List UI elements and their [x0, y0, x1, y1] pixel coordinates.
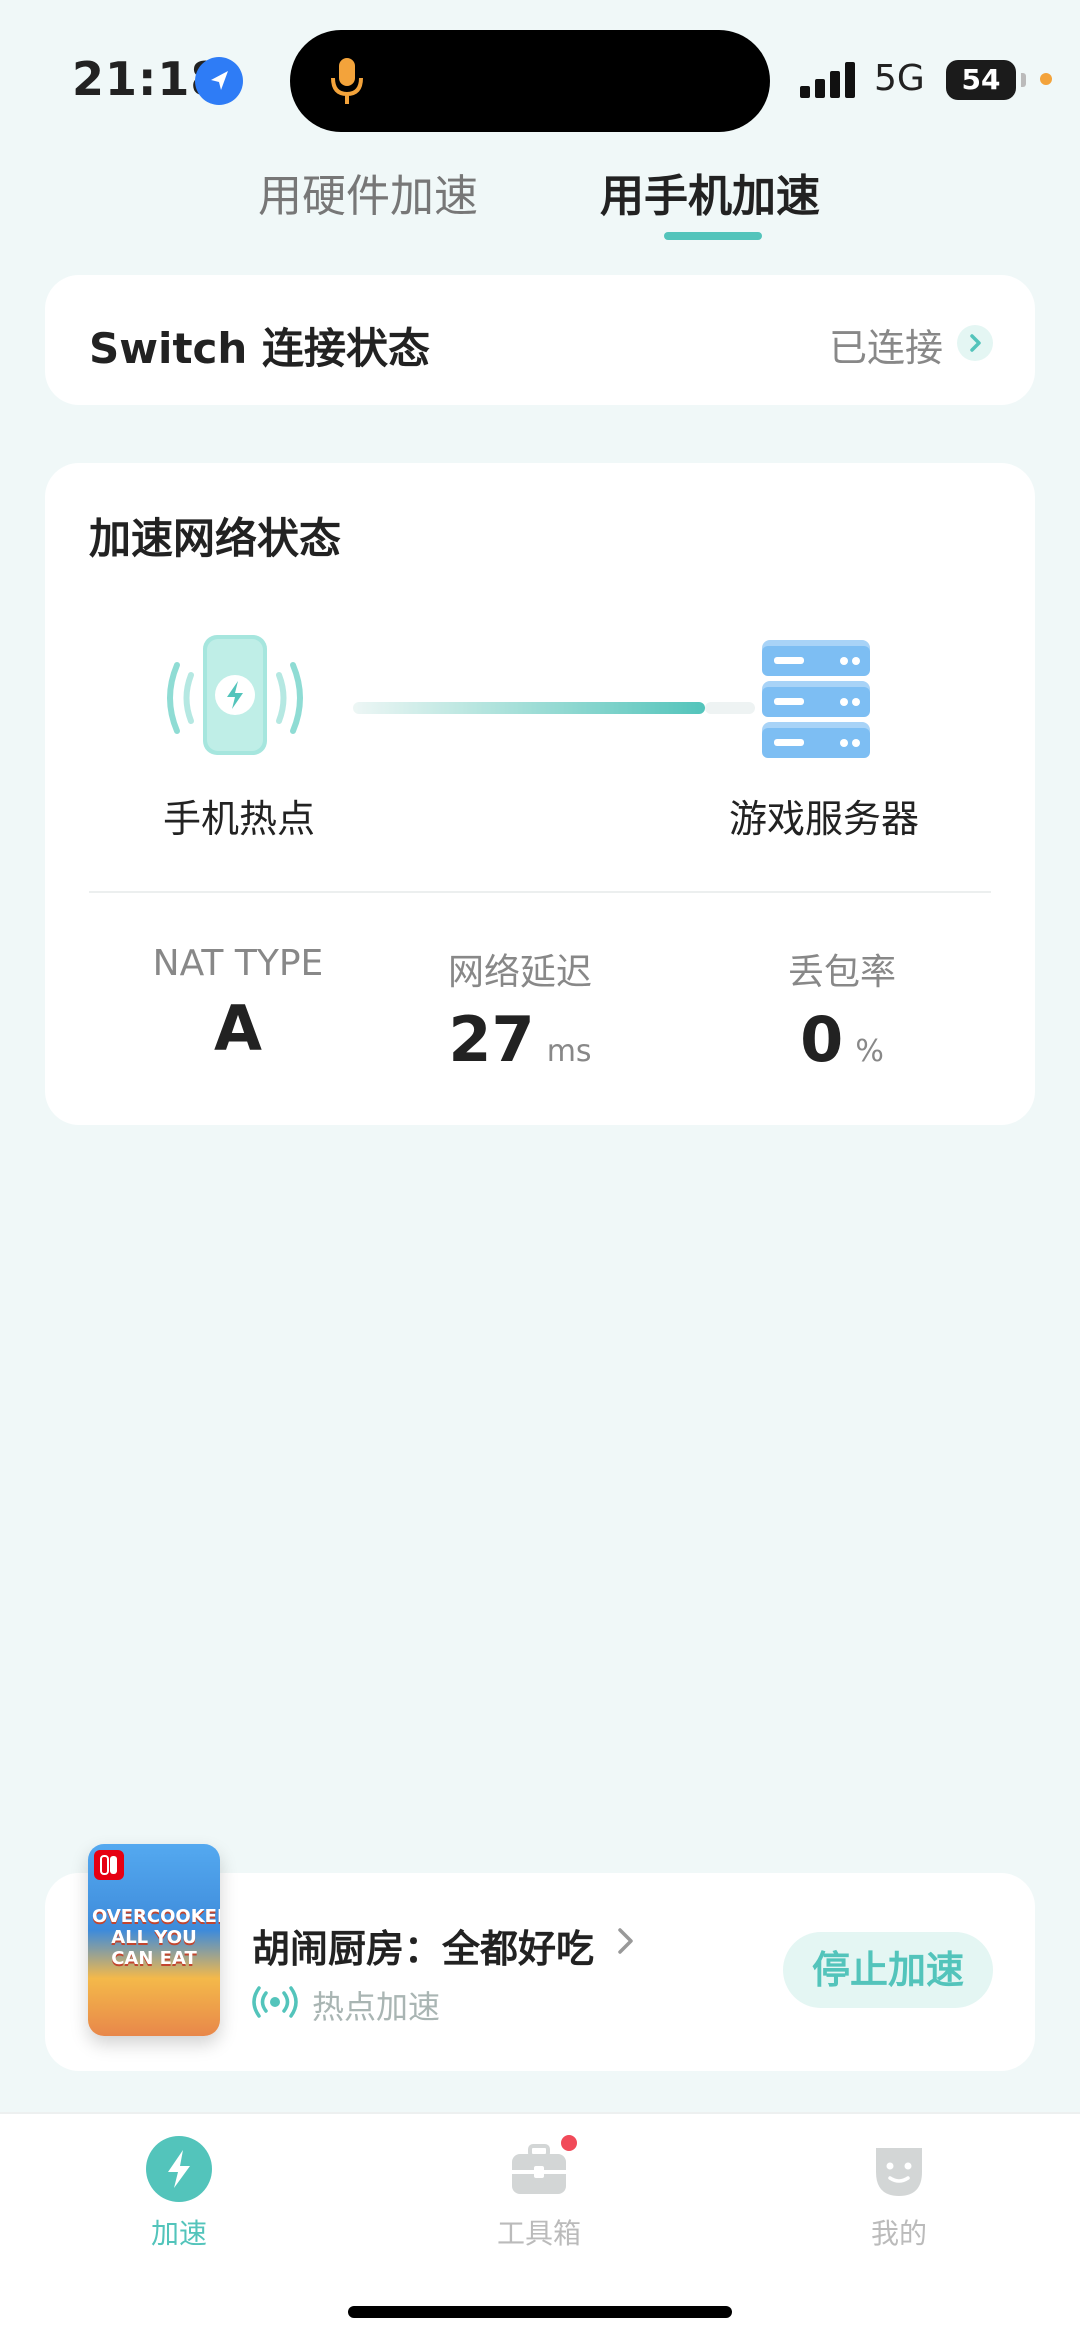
profile-icon: [866, 2136, 932, 2202]
nav-label: 我的: [870, 2217, 927, 2250]
acceleration-mode-label: 热点加速: [312, 1988, 441, 2026]
stat-value: 0%: [692, 1003, 992, 1076]
packet-loss-unit: %: [855, 1034, 884, 1069]
nav-label: 工具箱: [496, 2217, 581, 2250]
nav-item-accelerate[interactable]: 加速: [99, 2136, 259, 2252]
divider: [89, 891, 991, 893]
stat-value: 27 ms: [370, 1003, 670, 1076]
switch-connection-title: Switch 连接状态: [89, 324, 430, 373]
phone-hotspot-icon: [167, 635, 303, 755]
microphone-icon: [330, 56, 364, 112]
app-screen: 21:18 5G 54 用硬件加速 用手机加速 Switch 连接状态 已连接 …: [0, 0, 1080, 2341]
stop-acceleration-button[interactable]: 停止加速: [783, 1932, 993, 2008]
nav-item-toolbox[interactable]: 工具箱: [459, 2132, 619, 2252]
stat-label: 网络延迟: [447, 952, 592, 993]
status-bar: 21:18 5G 54: [0, 0, 1080, 150]
privacy-indicator-dot: [1040, 73, 1052, 85]
switch-connection-status: 已连接: [828, 326, 943, 370]
battery-icon: 54: [946, 60, 1026, 100]
cellular-signal-icon: [800, 62, 855, 98]
notification-badge: [558, 2132, 580, 2154]
tab-phone-accel[interactable]: 用手机加速: [600, 160, 820, 224]
game-cover-image[interactable]: OVERCOOKED! ALL YOU CAN EAT: [88, 1844, 220, 2036]
hotspot-label: 手机热点: [163, 797, 316, 841]
stat-label: 丢包率: [787, 952, 896, 993]
toolbox-icon: [506, 2132, 580, 2202]
location-arrow-icon: [195, 57, 243, 105]
stat-latency: 网络延迟 27 ms: [370, 943, 670, 1076]
dynamic-island: [290, 30, 770, 132]
nav-item-profile[interactable]: 我的: [819, 2136, 979, 2252]
chevron-right-icon: [957, 325, 993, 361]
packet-loss-value: 0: [800, 1003, 844, 1076]
network-status-card: 加速网络状态 手机热点 游戏服务器 NAT TYPE A 网络延迟 27 ms …: [45, 463, 1035, 1125]
nav-label: 加速: [150, 2217, 207, 2250]
network-status-title: 加速网络状态: [89, 514, 342, 563]
chevron-right-icon[interactable]: [614, 1924, 638, 1958]
nintendo-switch-logo-icon: [94, 1850, 124, 1880]
game-name[interactable]: 胡闹厨房：全都好吃: [252, 1918, 594, 1973]
stat-nat-type: NAT TYPE A: [88, 943, 388, 1065]
latency-value: 27: [448, 1003, 535, 1076]
connection-line-tail: [705, 702, 755, 714]
lightning-icon: [146, 2136, 212, 2202]
connection-line: [353, 702, 705, 714]
game-server-label: 游戏服务器: [729, 797, 920, 841]
stat-packet-loss: 丢包率 0%: [692, 943, 992, 1076]
hotspot-broadcast-icon: [252, 1986, 298, 2018]
network-type: 5G: [874, 58, 925, 99]
tab-hardware-accel[interactable]: 用硬件加速: [258, 160, 478, 224]
switch-connection-card[interactable]: Switch 连接状态 已连接: [45, 275, 1035, 405]
tab-active-indicator: [664, 232, 762, 240]
home-indicator[interactable]: [348, 2306, 732, 2318]
battery-level: 54: [961, 63, 1001, 96]
nat-type-value: A: [214, 992, 262, 1065]
stat-value: A: [88, 992, 388, 1065]
game-server-icon: [762, 640, 870, 758]
game-cover-title: OVERCOOKED! ALL YOU CAN EAT: [92, 1906, 220, 1969]
latency-unit: ms: [546, 1034, 592, 1069]
mode-tabs: 用硬件加速 用手机加速: [0, 150, 1080, 250]
stat-label: NAT TYPE: [152, 943, 324, 984]
